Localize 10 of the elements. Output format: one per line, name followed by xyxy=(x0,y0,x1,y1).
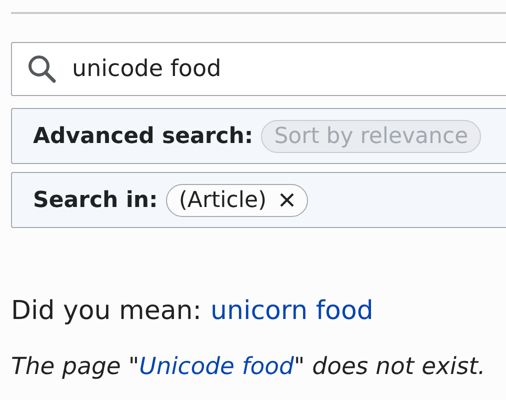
suggestion-link[interactable]: unicorn food xyxy=(210,296,374,326)
filter-chip[interactable]: (Article) xyxy=(166,184,308,216)
close-icon[interactable] xyxy=(278,192,295,208)
search-field[interactable]: unicode food xyxy=(11,42,506,96)
filter-label: Search in: xyxy=(33,188,158,212)
page-link[interactable]: Unicode food xyxy=(139,352,294,380)
missing-page-notice: The page "Unicode food" does not exist. xyxy=(11,352,486,380)
suggestion-label: Did you mean: xyxy=(11,296,202,326)
filter-label: Advanced search: xyxy=(33,124,254,148)
search-icon xyxy=(27,54,57,84)
